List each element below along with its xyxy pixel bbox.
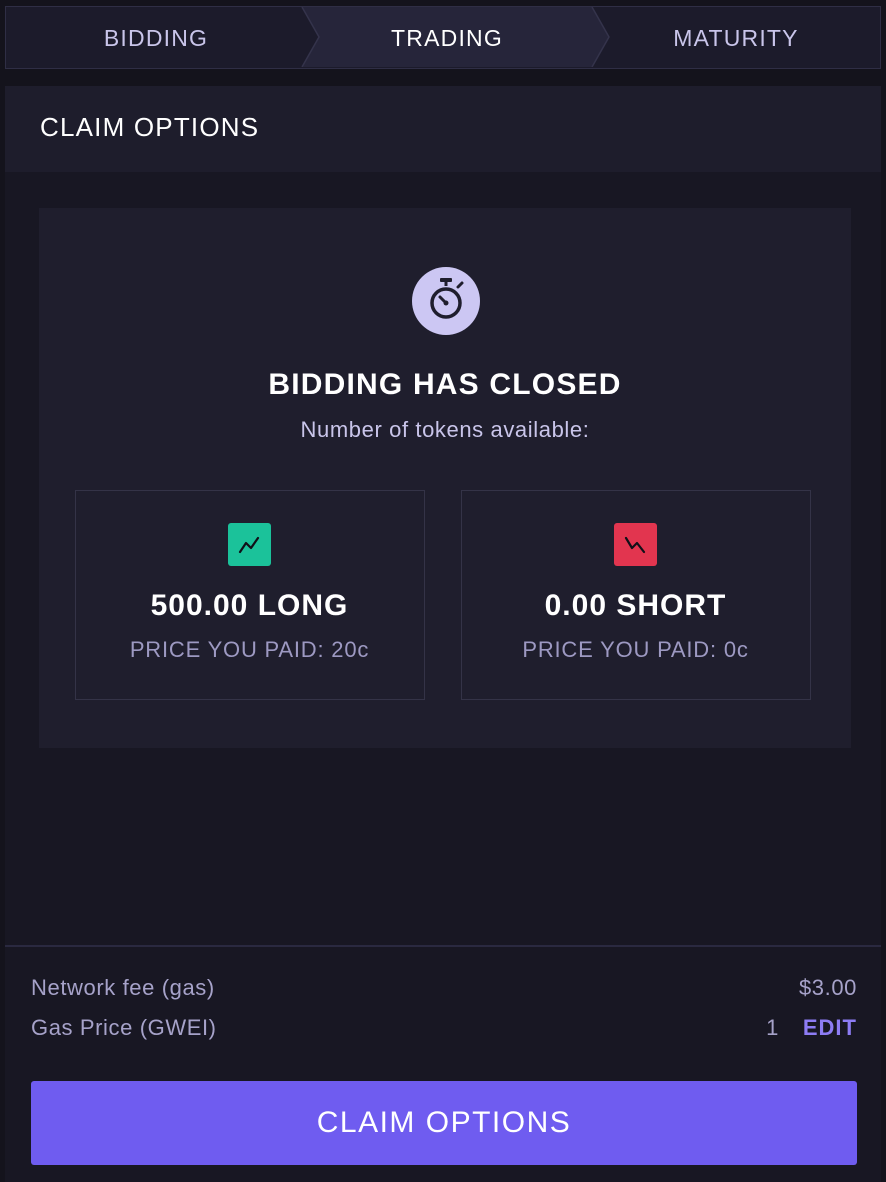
status-subtitle: Number of tokens available:	[300, 417, 590, 442]
phase-stepper: BIDDING TRADING MATURITY	[5, 6, 881, 69]
step-maturity[interactable]: MATURITY	[592, 7, 880, 67]
step-trading[interactable]: TRADING	[302, 7, 592, 67]
trend-up-icon	[228, 523, 271, 566]
step-bidding[interactable]: BIDDING	[6, 7, 306, 67]
claim-options-button[interactable]: CLAIM OPTIONS	[31, 1081, 857, 1165]
short-amount: 0.00 SHORT	[544, 589, 727, 622]
footer-divider	[5, 945, 881, 947]
long-amount: 500.00 LONG	[150, 589, 349, 622]
long-price-paid: PRICE YOU PAID: 20c	[129, 637, 370, 662]
claim-options-panel: CLAIM OPTIONS BIDDING HAS CLOSED Number …	[5, 86, 881, 1182]
trend-down-icon	[614, 523, 657, 566]
network-fee-label: Network fee (gas)	[31, 975, 215, 1000]
long-token-box: 500.00 LONG PRICE YOU PAID: 20c	[75, 490, 425, 700]
short-token-box: 0.00 SHORT PRICE YOU PAID: 0c	[461, 490, 811, 700]
gas-price-value: 1	[766, 1015, 779, 1040]
edit-gas-button[interactable]: EDIT	[803, 1015, 857, 1041]
network-fee-row: Network fee (gas) $3.00	[31, 975, 857, 1005]
gas-price-label: Gas Price (GWEI)	[31, 1015, 217, 1040]
panel-title: CLAIM OPTIONS	[40, 112, 260, 142]
network-fee-value: $3.00	[798, 975, 857, 1000]
panel-header: CLAIM OPTIONS	[5, 86, 881, 172]
gas-price-row: Gas Price (GWEI) 1 EDIT	[31, 1015, 857, 1045]
status-title: BIDDING HAS CLOSED	[268, 368, 622, 401]
bidding-closed-card: BIDDING HAS CLOSED Number of tokens avai…	[39, 208, 851, 748]
stopwatch-icon	[412, 267, 480, 335]
short-price-paid: PRICE YOU PAID: 0c	[522, 637, 749, 662]
